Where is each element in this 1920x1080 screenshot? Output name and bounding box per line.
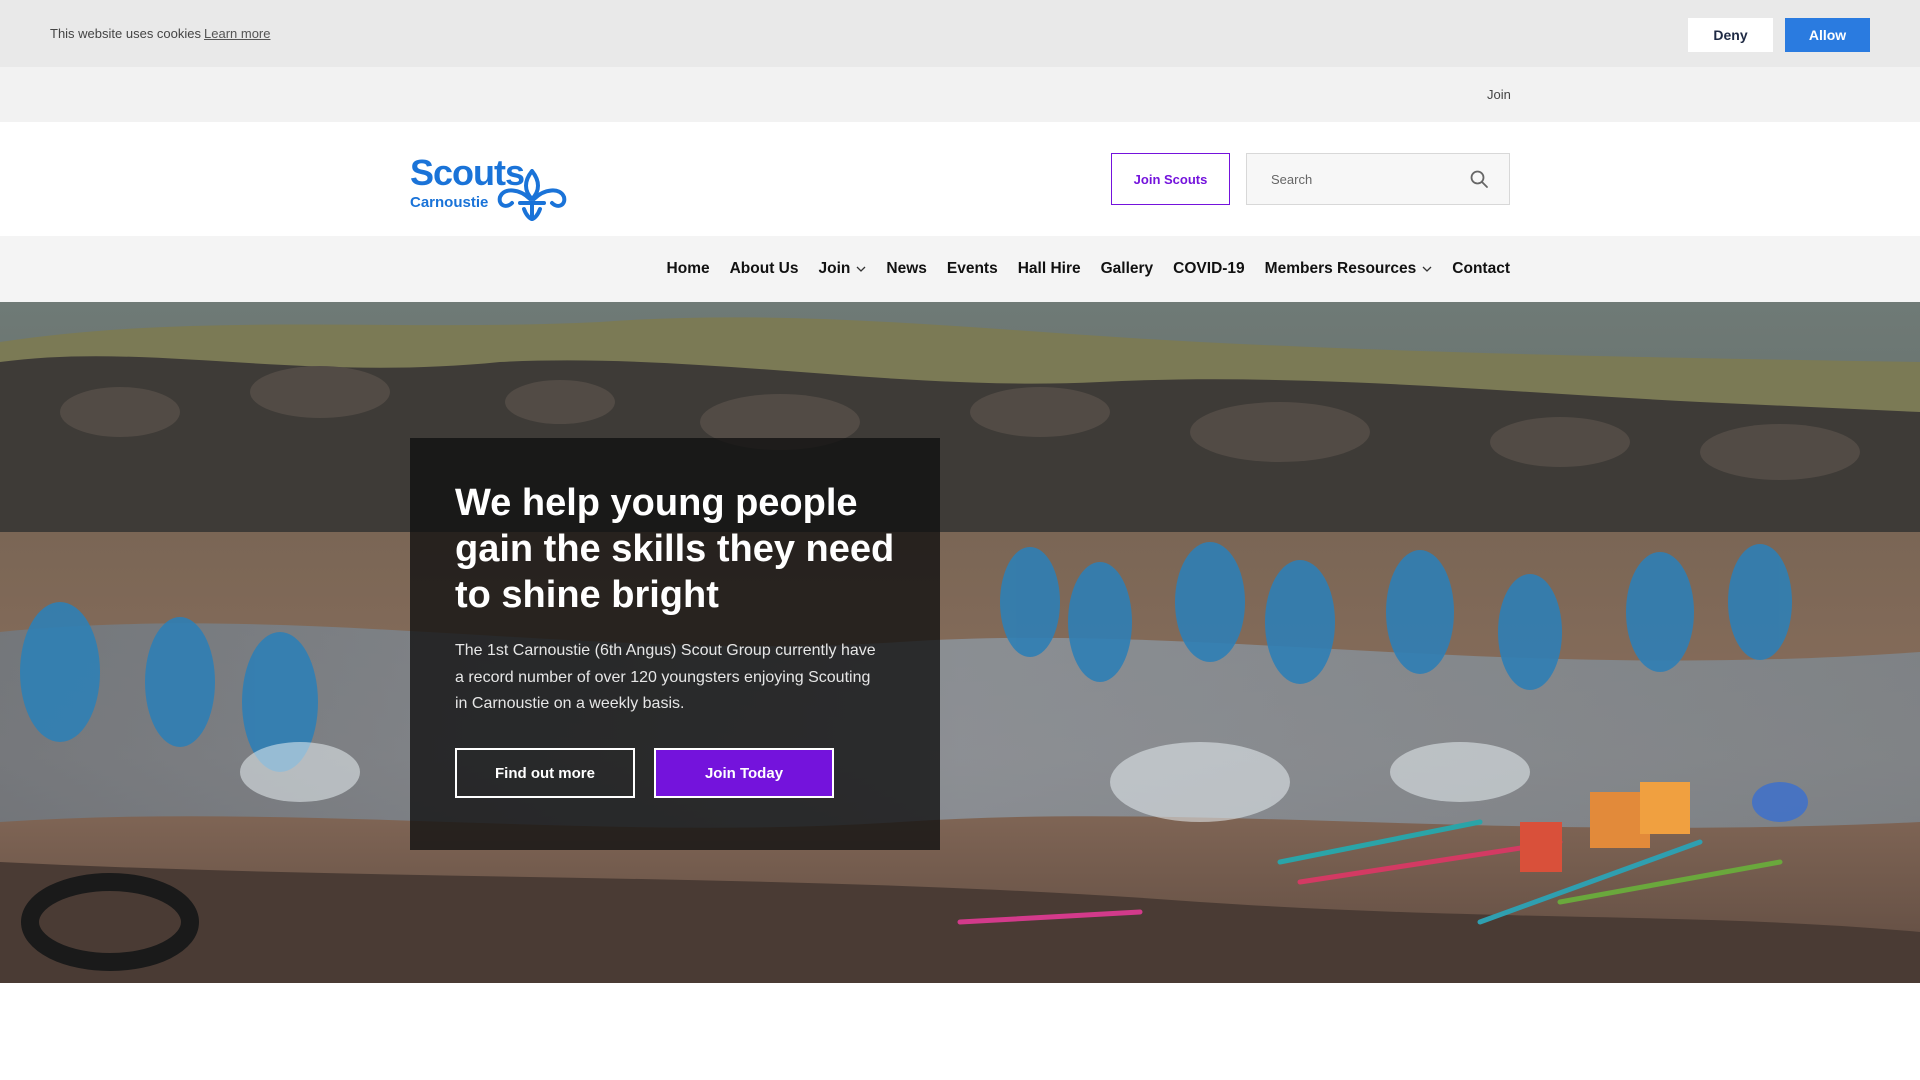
chevron-down-icon: [856, 266, 866, 272]
nav-item-label: Contact: [1452, 260, 1510, 277]
hero-title: We help young people gain the skills the…: [455, 482, 895, 616]
nav-item-label: Join: [818, 260, 851, 277]
fleur-de-lis-icon: [497, 169, 567, 221]
nav-item-about-us[interactable]: About Us: [730, 260, 799, 278]
cookie-allow-button[interactable]: Allow: [1785, 18, 1870, 52]
nav-item-news[interactable]: News: [886, 260, 927, 278]
utility-join-link[interactable]: Join: [1487, 87, 1511, 102]
hero-content-panel: We help young people gain the skills the…: [410, 438, 940, 850]
nav-item-label: Gallery: [1100, 260, 1154, 277]
utility-bar: Join: [0, 67, 1920, 122]
hero-description: The 1st Carnoustie (6th Angus) Scout Gro…: [455, 642, 876, 712]
nav-item-covid-19[interactable]: COVID-19: [1173, 260, 1245, 278]
nav-item-events[interactable]: Events: [947, 260, 998, 278]
nav-item-join[interactable]: Join: [819, 260, 867, 278]
cookie-learn-more-link[interactable]: Learn more: [204, 26, 270, 41]
find-out-more-button[interactable]: Find out more: [455, 748, 635, 798]
hero-photo: [0, 302, 1920, 983]
nav-item-contact[interactable]: Contact: [1452, 260, 1510, 278]
site-header: Scouts Carnoustie Join Scouts: [0, 122, 1920, 236]
join-today-button[interactable]: Join Today: [654, 748, 834, 798]
cookie-banner: This website uses cookies Learn more Den…: [0, 0, 1920, 67]
search-icon[interactable]: [1469, 169, 1489, 189]
join-scouts-button[interactable]: Join Scouts: [1111, 153, 1230, 205]
nav-item-label: COVID-19: [1173, 260, 1245, 277]
main-nav: Home About Us Join News Events Hall Hire…: [0, 236, 1920, 302]
hero-section: We help young people gain the skills the…: [0, 302, 1920, 983]
cookie-message: This website uses cookies: [50, 26, 202, 41]
search-box: [1246, 153, 1510, 205]
nav-item-label: Members Resources: [1264, 260, 1417, 277]
nav-item-hall-hire[interactable]: Hall Hire: [1018, 260, 1081, 278]
nav-item-label: Home: [666, 260, 710, 277]
nav-item-label: About Us: [729, 260, 799, 277]
nav-item-label: Hall Hire: [1017, 260, 1081, 277]
logo-subtitle: Carnoustie: [410, 194, 489, 211]
nav-item-home[interactable]: Home: [667, 260, 710, 278]
nav-item-label: Events: [946, 260, 998, 277]
nav-item-gallery[interactable]: Gallery: [1101, 260, 1154, 278]
site-logo[interactable]: Scouts Carnoustie: [410, 146, 590, 221]
nav-item-members-resources[interactable]: Members Resources: [1265, 260, 1433, 278]
search-input[interactable]: [1247, 154, 1447, 204]
chevron-down-icon: [1422, 266, 1432, 272]
cookie-deny-button[interactable]: Deny: [1688, 18, 1773, 52]
nav-item-label: News: [886, 260, 927, 277]
